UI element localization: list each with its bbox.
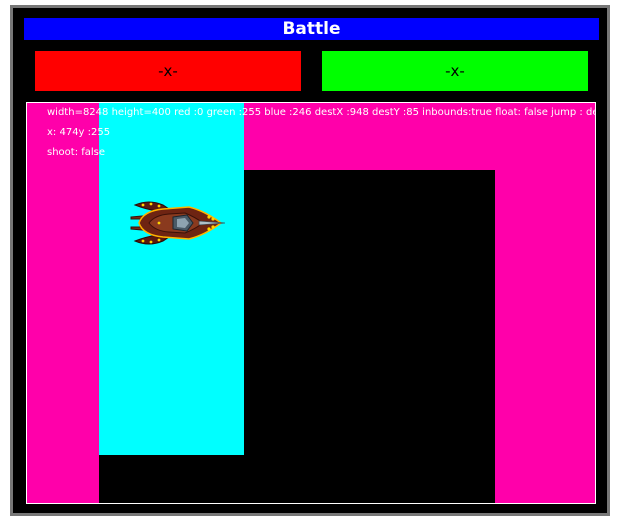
cyan-block (99, 103, 244, 455)
debug-line-position: x: 474y :255 (47, 127, 111, 138)
game-canvas[interactable]: width=8248 height=400 red :0 green :255 … (26, 102, 596, 504)
page-title: Battle (24, 18, 599, 40)
debug-line-shoot: shoot: false (47, 147, 106, 158)
game-frame: Battle -x- -x- width=8248 height=400 red… (10, 5, 610, 516)
spaceship-icon (130, 201, 225, 245)
player-one-score: -x- (35, 51, 301, 91)
debug-line-dimensions: width=8248 height=400 red :0 green :255 … (47, 107, 596, 118)
player-two-score: -x- (322, 51, 588, 91)
